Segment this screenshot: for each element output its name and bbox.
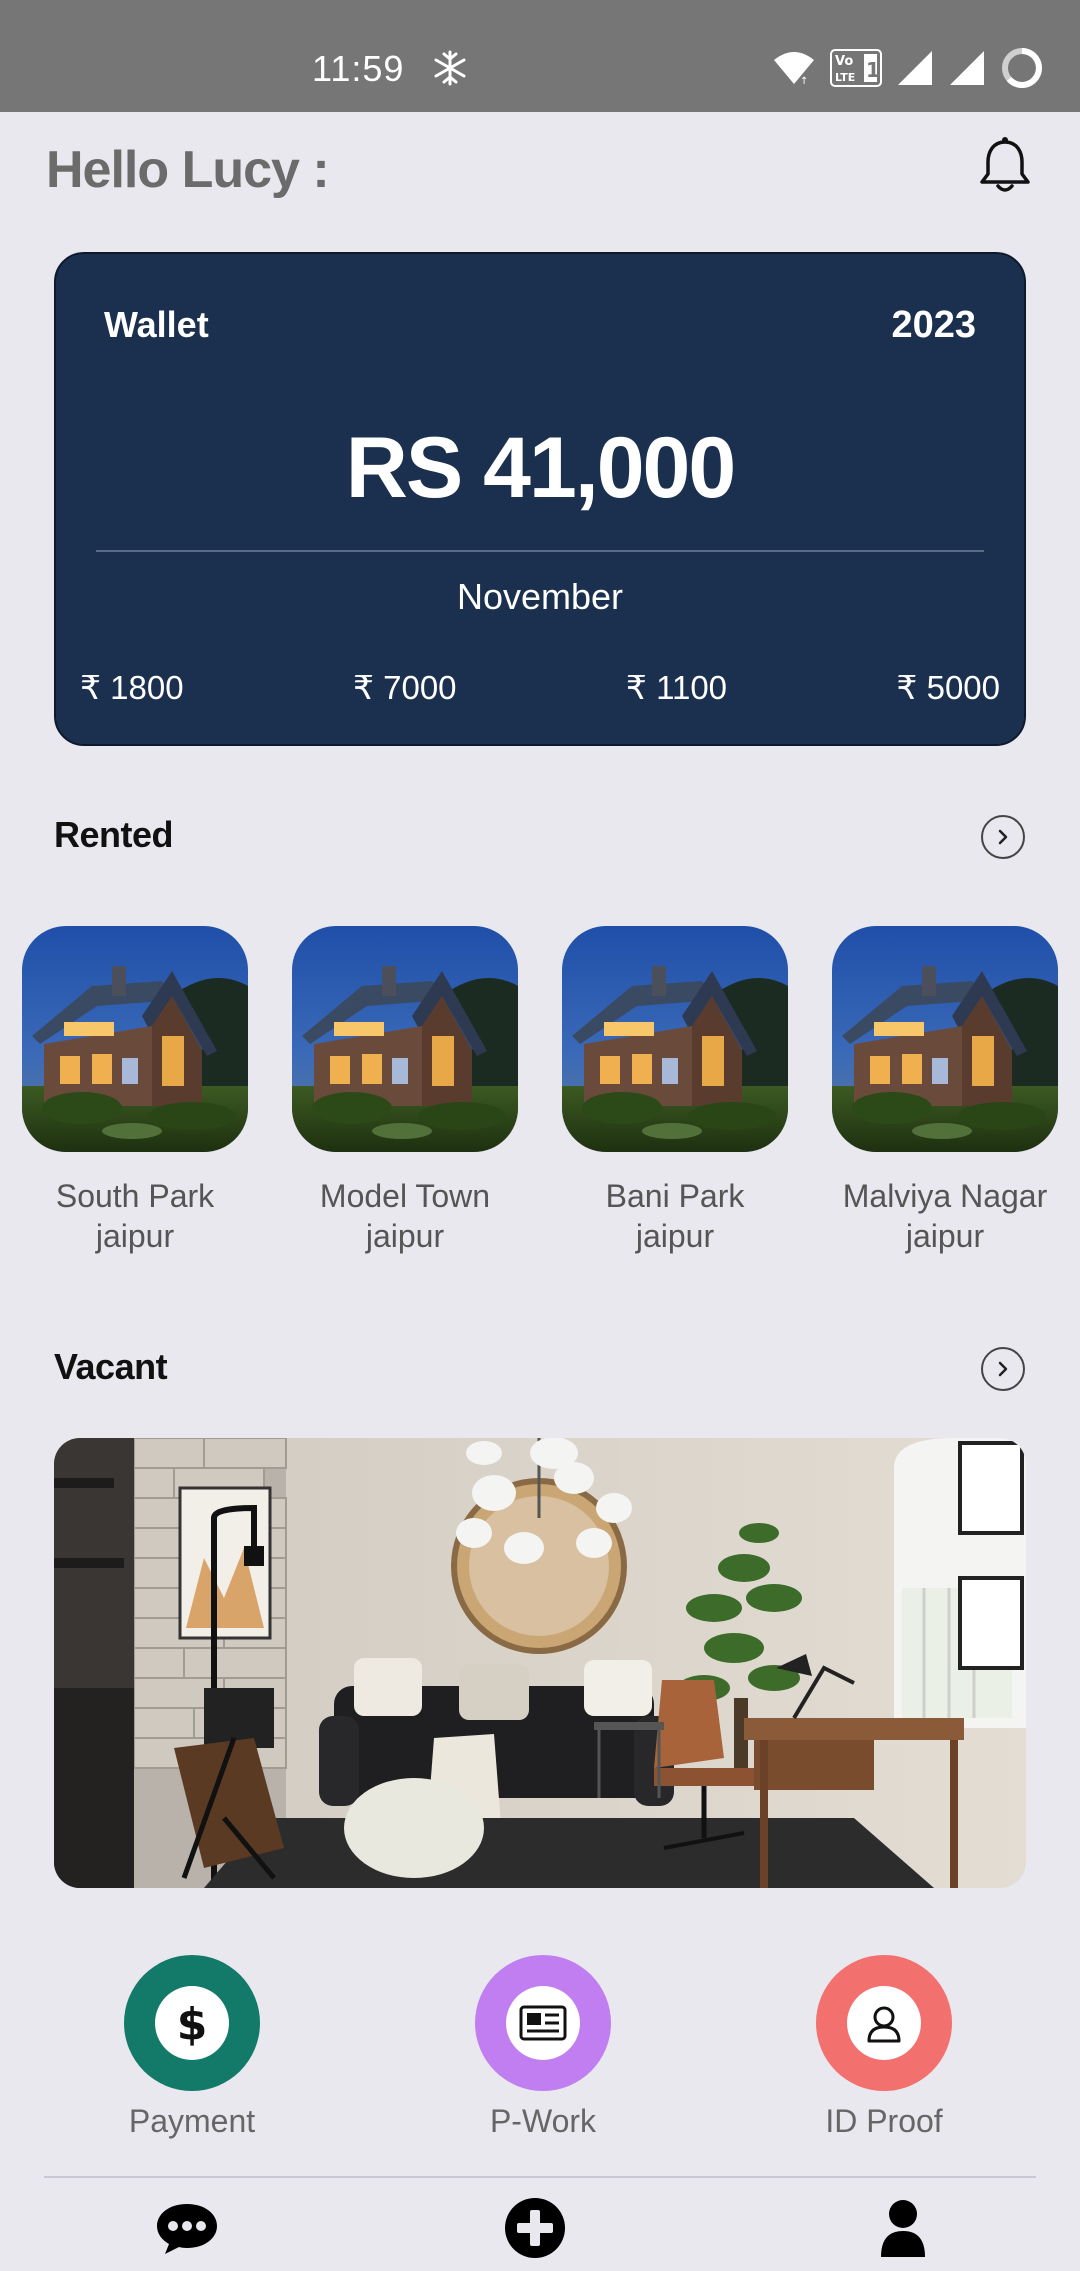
id-proof-label: ID Proof [825, 2103, 943, 2139]
vacant-property-image[interactable] [54, 1438, 1026, 1888]
wallet-balance: RS 41,000 [345, 420, 736, 516]
property-city: jaipur [95, 1218, 175, 1254]
id-proof-circle [816, 1955, 952, 2091]
svg-text:1: 1 [866, 58, 880, 82]
rented-card-model-town[interactable]: Model Town jaipur [292, 926, 518, 1256]
chevron-right-icon [998, 1361, 1008, 1377]
wallet-month: November [456, 576, 624, 617]
wallet-amount-item: ₹ 7000 [352, 669, 457, 706]
id-proof-action[interactable]: ID Proof [774, 1955, 994, 2140]
dollar-icon: $ [155, 1986, 229, 2060]
property-name: Bani Park [605, 1178, 745, 1214]
svg-text:Vo: Vo [835, 54, 853, 69]
rented-name: Model Town jaipur [270, 1176, 540, 1256]
greeting: Hello Lucy : [46, 141, 330, 199]
wallet-card[interactable]: Wallet 2023 RS 41,000 November ₹ 1800 ₹ … [54, 252, 1026, 746]
svg-text:↑: ↑ [800, 76, 808, 86]
property-image [292, 926, 518, 1152]
property-image [832, 926, 1058, 1152]
property-image [22, 926, 248, 1152]
wifi-icon: ↑ [774, 52, 814, 86]
payment-label: Payment [128, 2103, 256, 2139]
wallet-amount-item: ₹ 5000 [896, 669, 1000, 706]
p-work-circle [475, 1955, 611, 2091]
battery-icon [1002, 48, 1042, 88]
rented-name: South Park jaipur [0, 1176, 270, 1256]
vacant-see-all-button[interactable] [981, 1347, 1025, 1391]
property-name: South Park [55, 1178, 215, 1214]
payment-action[interactable]: $ Payment [82, 1955, 302, 2140]
bottom-nav-divider [44, 2176, 1036, 2178]
wallet-amounts-row: ₹ 1800 ₹ 7000 ₹ 1100 ₹ 5000 [80, 668, 1000, 707]
rented-name: Malviya Nagar jaipur [810, 1176, 1080, 1256]
property-city: jaipur [365, 1218, 445, 1254]
volte-icon: Vo LTE 1 [830, 49, 882, 87]
rented-see-all-button[interactable] [981, 815, 1025, 859]
rented-card-bani-park[interactable]: Bani Park jaipur [562, 926, 788, 1256]
add-icon[interactable] [500, 2196, 570, 2260]
property-image [562, 926, 788, 1152]
rented-card-malviya-nagar[interactable]: Malviya Nagar jaipur [832, 926, 1058, 1256]
p-work-action[interactable]: P-Work [433, 1955, 653, 2140]
rented-name: Bani Park jaipur [540, 1176, 810, 1256]
snowflake-icon [434, 50, 466, 86]
chevron-right-icon [998, 829, 1008, 845]
status-time: 11:59 [312, 48, 405, 89]
signal-icon [950, 51, 984, 85]
rented-section-title: Rented [54, 814, 174, 855]
vacant-section-title: Vacant [54, 1346, 168, 1387]
status-bar: 11:59 ↑ Vo LTE 1 [0, 0, 1080, 112]
user-icon [847, 1986, 921, 2060]
payment-circle: $ [124, 1955, 260, 2091]
rented-card-south-park[interactable]: South Park jaipur [22, 926, 248, 1256]
property-city: jaipur [905, 1218, 985, 1254]
wallet-divider [96, 550, 984, 552]
wallet-amount-item: ₹ 1100 [625, 669, 728, 706]
bell-icon[interactable] [976, 136, 1034, 196]
property-name: Malviya Nagar [842, 1178, 1048, 1214]
wallet-amount-item: ₹ 1800 [80, 669, 184, 706]
svg-text:LTE: LTE [835, 71, 855, 84]
property-name: Model Town [319, 1178, 491, 1214]
p-work-label: P-Work [489, 2103, 597, 2139]
wallet-year: 2023 [891, 304, 976, 346]
newspaper-icon [506, 1986, 580, 2060]
signal-icon [898, 51, 932, 85]
chat-icon[interactable] [152, 2196, 222, 2260]
svg-text:$: $ [177, 1999, 208, 2047]
property-city: jaipur [635, 1218, 715, 1254]
wallet-label: Wallet [104, 304, 209, 345]
profile-icon[interactable] [868, 2196, 938, 2260]
